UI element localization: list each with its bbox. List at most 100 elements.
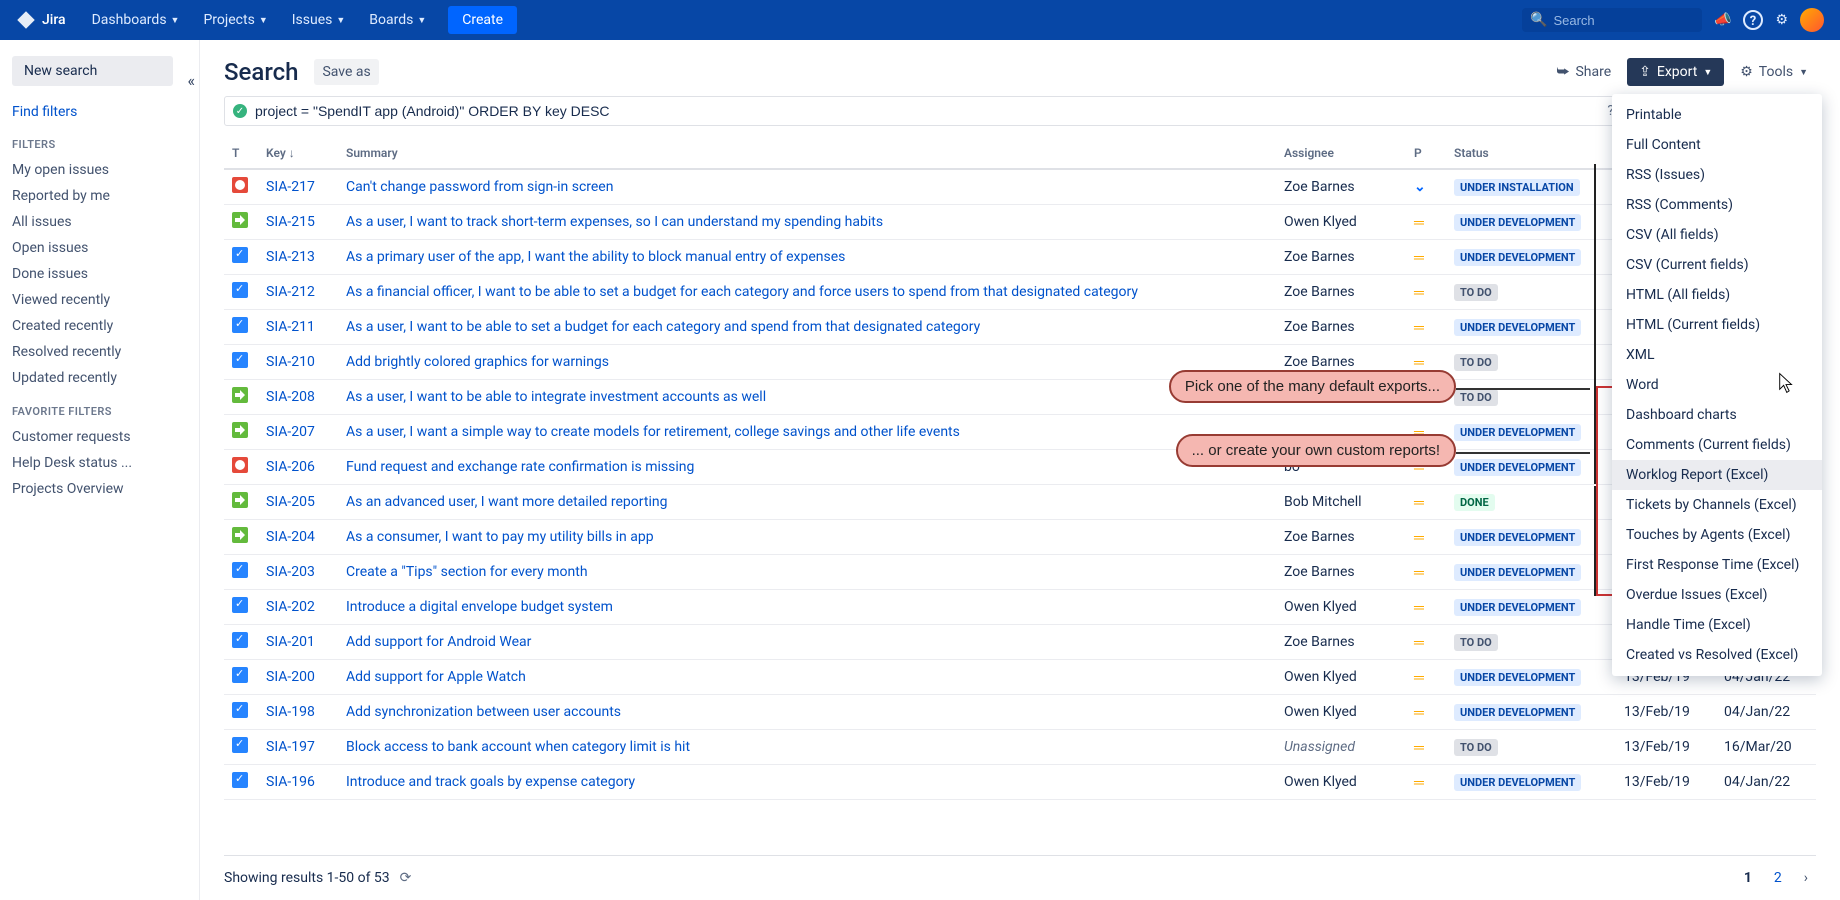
issue-row[interactable]: SIA-213As a primary user of the app, I w… bbox=[224, 240, 1816, 275]
megaphone-icon[interactable]: 📣 bbox=[1714, 12, 1731, 28]
find-filters-link[interactable]: Find filters bbox=[12, 104, 187, 120]
collapse-sidebar-icon[interactable]: « bbox=[187, 71, 195, 90]
issue-key[interactable]: SIA-204 bbox=[258, 520, 338, 555]
issue-assignee[interactable]: Zoe Barnes bbox=[1276, 625, 1406, 660]
issue-key[interactable]: SIA-217 bbox=[258, 169, 338, 205]
issue-row[interactable]: SIA-215As a user, I want to track short-… bbox=[224, 205, 1816, 240]
tools-button[interactable]: ⚙ Tools ▼ bbox=[1732, 58, 1816, 86]
export-option-word[interactable]: Word bbox=[1612, 370, 1822, 400]
col-status[interactable]: Status bbox=[1446, 138, 1616, 169]
issue-summary[interactable]: Add support for Apple Watch bbox=[338, 660, 1276, 695]
issue-summary[interactable]: Introduce and track goals by expense cat… bbox=[338, 765, 1276, 800]
issue-summary[interactable]: As a user, I want a simple way to create… bbox=[338, 415, 1276, 450]
new-search-button[interactable]: New search bbox=[12, 56, 173, 86]
col-type[interactable]: T bbox=[224, 138, 258, 169]
issue-assignee[interactable]: Zoe Barnes bbox=[1276, 275, 1406, 310]
nav-issues[interactable]: Issues▼ bbox=[282, 6, 356, 34]
filter-my-open-issues[interactable]: My open issues bbox=[12, 157, 187, 183]
export-option-dashboard-charts[interactable]: Dashboard charts bbox=[1612, 400, 1822, 430]
col-key[interactable]: Key ↓ bbox=[258, 138, 338, 169]
col-priority[interactable]: P bbox=[1406, 138, 1446, 169]
filter-resolved-recently[interactable]: Resolved recently bbox=[12, 339, 187, 365]
issue-row[interactable]: SIA-201Add support for Android WearZoe B… bbox=[224, 625, 1816, 660]
fav-filter-help-desk-status-[interactable]: Help Desk status ... bbox=[12, 450, 187, 476]
issue-summary[interactable]: As a user, I want to track short-term ex… bbox=[338, 205, 1276, 240]
issue-row[interactable]: SIA-204As a consumer, I want to pay my u… bbox=[224, 520, 1816, 555]
col-assignee[interactable]: Assignee bbox=[1276, 138, 1406, 169]
filter-created-recently[interactable]: Created recently bbox=[12, 313, 187, 339]
export-option-tickets-by-channels-excel[interactable]: Tickets by Channels (Excel) bbox=[1612, 490, 1822, 520]
refresh-icon[interactable]: ⟳ bbox=[400, 870, 412, 886]
issue-key[interactable]: SIA-207 bbox=[258, 415, 338, 450]
issue-key[interactable]: SIA-197 bbox=[258, 730, 338, 765]
filter-viewed-recently[interactable]: Viewed recently bbox=[12, 287, 187, 313]
page-1[interactable]: 1 bbox=[1736, 866, 1760, 890]
export-option-full-content[interactable]: Full Content bbox=[1612, 130, 1822, 160]
issue-assignee[interactable]: Owen Klyed bbox=[1276, 590, 1406, 625]
nav-projects[interactable]: Projects▼ bbox=[193, 6, 277, 34]
jql-editor[interactable]: ✓ ?⃝ bbox=[224, 96, 1629, 126]
filter-reported-by-me[interactable]: Reported by me bbox=[12, 183, 187, 209]
page-2[interactable]: 2 bbox=[1766, 866, 1790, 890]
issue-assignee[interactable]: Owen Klyed bbox=[1276, 660, 1406, 695]
issue-row[interactable]: SIA-202Introduce a digital envelope budg… bbox=[224, 590, 1816, 625]
issue-key[interactable]: SIA-210 bbox=[258, 345, 338, 380]
filter-done-issues[interactable]: Done issues bbox=[12, 261, 187, 287]
share-button[interactable]: ⮩ Share bbox=[1548, 58, 1619, 86]
issue-key[interactable]: SIA-202 bbox=[258, 590, 338, 625]
filter-all-issues[interactable]: All issues bbox=[12, 209, 187, 235]
export-option-touches-by-agents-excel[interactable]: Touches by Agents (Excel) bbox=[1612, 520, 1822, 550]
issue-row[interactable]: SIA-198Add synchronization between user … bbox=[224, 695, 1816, 730]
issue-row[interactable]: SIA-210Add brightly colored graphics for… bbox=[224, 345, 1816, 380]
col-summary[interactable]: Summary bbox=[338, 138, 1276, 169]
issue-summary[interactable]: Can't change password from sign-in scree… bbox=[338, 169, 1276, 205]
quick-search[interactable]: 🔍 bbox=[1522, 8, 1702, 32]
issue-assignee[interactable]: Zoe Barnes bbox=[1276, 310, 1406, 345]
issue-key[interactable]: SIA-213 bbox=[258, 240, 338, 275]
issue-key[interactable]: SIA-206 bbox=[258, 450, 338, 485]
issue-assignee[interactable]: Zoe Barnes bbox=[1276, 169, 1406, 205]
user-avatar[interactable] bbox=[1800, 8, 1824, 32]
issue-row[interactable]: SIA-196Introduce and track goals by expe… bbox=[224, 765, 1816, 800]
issue-row[interactable]: SIA-206Fund request and exchange rate co… bbox=[224, 450, 1816, 485]
filter-updated-recently[interactable]: Updated recently bbox=[12, 365, 187, 391]
issue-summary[interactable]: Add support for Android Wear bbox=[338, 625, 1276, 660]
export-option-overdue-issues-excel[interactable]: Overdue Issues (Excel) bbox=[1612, 580, 1822, 610]
issue-key[interactable]: SIA-201 bbox=[258, 625, 338, 660]
issue-assignee[interactable]: Zoe Barnes bbox=[1276, 240, 1406, 275]
nav-dashboards[interactable]: Dashboards▼ bbox=[82, 6, 190, 34]
issue-summary[interactable]: Introduce a digital envelope budget syst… bbox=[338, 590, 1276, 625]
export-option-printable[interactable]: Printable bbox=[1612, 100, 1822, 130]
export-option-html-all-fields[interactable]: HTML (All fields) bbox=[1612, 280, 1822, 310]
issue-assignee[interactable]: Unassigned bbox=[1276, 730, 1406, 765]
issue-summary[interactable]: As a user, I want to be able to integrat… bbox=[338, 380, 1276, 415]
issue-summary[interactable]: Add synchronization between user account… bbox=[338, 695, 1276, 730]
export-option-rss-comments[interactable]: RSS (Comments) bbox=[1612, 190, 1822, 220]
issue-key[interactable]: SIA-208 bbox=[258, 380, 338, 415]
issue-row[interactable]: SIA-212As a financial officer, I want to… bbox=[224, 275, 1816, 310]
issue-key[interactable]: SIA-212 bbox=[258, 275, 338, 310]
issue-assignee[interactable]: Owen Klyed bbox=[1276, 695, 1406, 730]
issue-key[interactable]: SIA-205 bbox=[258, 485, 338, 520]
issue-summary[interactable]: Fund request and exchange rate confirmat… bbox=[338, 450, 1276, 485]
export-option-first-response-time-excel[interactable]: First Response Time (Excel) bbox=[1612, 550, 1822, 580]
issue-key[interactable]: SIA-196 bbox=[258, 765, 338, 800]
save-as-button[interactable]: Save as bbox=[314, 59, 378, 85]
jira-brand[interactable]: Jira bbox=[16, 10, 66, 30]
settings-icon[interactable]: ⚙ bbox=[1775, 12, 1788, 28]
filter-open-issues[interactable]: Open issues bbox=[12, 235, 187, 261]
export-option-rss-issues[interactable]: RSS (Issues) bbox=[1612, 160, 1822, 190]
issue-key[interactable]: SIA-203 bbox=[258, 555, 338, 590]
fav-filter-customer-requests[interactable]: Customer requests bbox=[12, 424, 187, 450]
export-option-csv-current-fields[interactable]: CSV (Current fields) bbox=[1612, 250, 1822, 280]
issue-row[interactable]: SIA-217Can't change password from sign-i… bbox=[224, 169, 1816, 205]
issue-key[interactable]: SIA-200 bbox=[258, 660, 338, 695]
issue-summary[interactable]: As a consumer, I want to pay my utility … bbox=[338, 520, 1276, 555]
issue-key[interactable]: SIA-198 bbox=[258, 695, 338, 730]
issue-summary[interactable]: As a user, I want to be able to set a bu… bbox=[338, 310, 1276, 345]
export-option-xml[interactable]: XML bbox=[1612, 340, 1822, 370]
create-button[interactable]: Create bbox=[448, 6, 517, 34]
issue-row[interactable]: SIA-197Block access to bank account when… bbox=[224, 730, 1816, 765]
help-icon[interactable]: ? bbox=[1743, 10, 1763, 30]
export-option-comments-current-fields[interactable]: Comments (Current fields) bbox=[1612, 430, 1822, 460]
